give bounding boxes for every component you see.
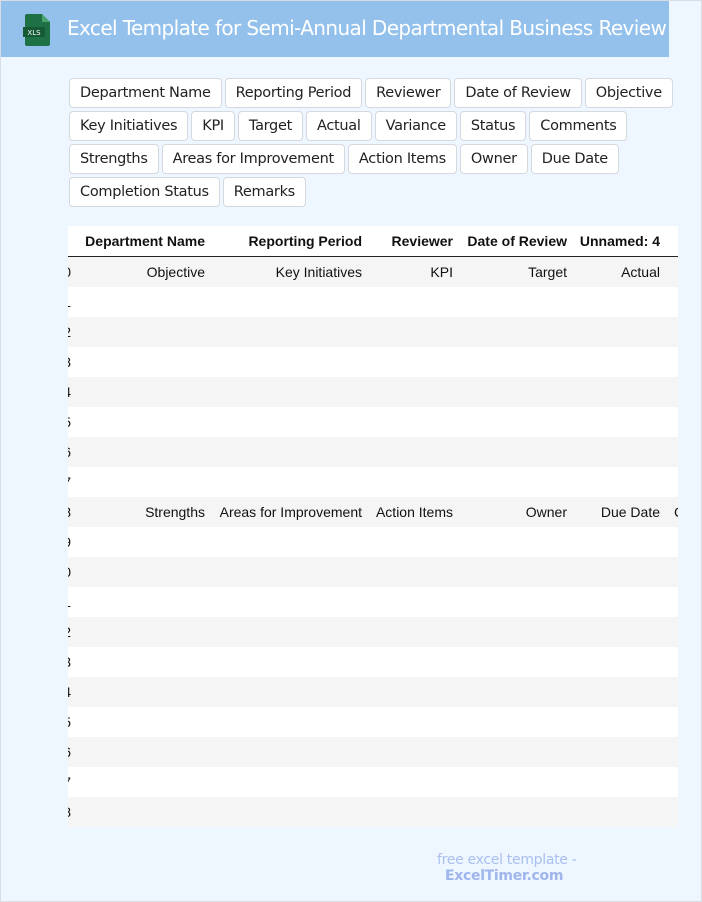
column-tag[interactable]: Date of Review — [454, 78, 582, 108]
column-tag[interactable]: Variance — [374, 111, 457, 141]
column-tag[interactable]: Owner — [459, 144, 528, 174]
column-tag[interactable]: Objective — [584, 78, 673, 108]
table-row: 9 — [68, 527, 678, 557]
column-tag[interactable]: Reporting Period — [224, 78, 363, 108]
table-cell: 15 — [68, 707, 71, 737]
table-cell: 11 — [68, 587, 71, 617]
table-row: 16 — [68, 737, 678, 767]
table-cell: 1 — [68, 287, 71, 317]
column-tag[interactable]: Due Date — [530, 144, 619, 174]
table-cell: 7 — [68, 467, 71, 497]
column-tag[interactable]: Reviewer — [365, 78, 452, 108]
table-row: 1 — [68, 287, 678, 317]
table-cell: 16 — [68, 737, 71, 767]
table-row: 12 — [68, 617, 678, 647]
table-row: 14 — [68, 677, 678, 707]
table-cell: 0 — [68, 257, 71, 287]
table-cell: Due Date — [600, 504, 660, 520]
table-cell: 13 — [68, 647, 71, 677]
column-tag[interactable]: Key Initiatives — [69, 111, 189, 141]
table-row: 15 — [68, 707, 678, 737]
column-tag[interactable]: Actual — [305, 111, 372, 141]
footer: free excel template -ExcelTimer.com — [437, 852, 702, 884]
table-row: 17 — [68, 767, 678, 797]
table-cell: Unnamed: 4 — [579, 233, 660, 249]
table-cell: Target — [528, 264, 567, 280]
header-bar: XLS Excel Template for Semi-Annual Depar… — [1, 1, 669, 57]
table-cell: Department Name — [85, 233, 205, 249]
table-cell: 3 — [68, 347, 71, 377]
table-cell: 6 — [68, 437, 71, 467]
column-tag[interactable]: Status — [459, 111, 527, 141]
table-cell: Strengths — [145, 504, 205, 520]
page-title: Excel Template for Semi-Annual Departmen… — [67, 16, 667, 40]
table-cell: 14 — [68, 677, 71, 707]
xls-file-icon: XLS — [23, 14, 50, 46]
table-cell: 12 — [68, 617, 71, 647]
table-row: 4 — [68, 377, 678, 407]
table-cell: 5 — [68, 407, 71, 437]
table-row: 6 — [68, 437, 678, 467]
table-row: 7 — [68, 467, 678, 497]
table-cell: KPI — [430, 264, 453, 280]
column-tag-list: Department Name Reporting Period Reviewer D… — [69, 78, 702, 207]
table-header-row: Department Name Reporting Period Reviewer D… — [68, 226, 678, 257]
footer-brand-link[interactable]: ExcelTimer.com — [445, 868, 563, 884]
column-tag[interactable]: KPI — [191, 111, 235, 141]
column-tag[interactable]: Action Items — [347, 144, 457, 174]
column-tag[interactable]: Strengths — [69, 144, 159, 174]
svg-text:XLS: XLS — [27, 29, 41, 37]
table-cell: Actual — [621, 264, 660, 280]
data-table: Department Name Reporting Period Reviewer D… — [68, 226, 678, 827]
table-row: 0 Objective Key Initiatives KPI Target Actual — [68, 257, 678, 287]
table-cell: 2 — [68, 317, 71, 347]
column-tag[interactable]: Department Name — [69, 78, 222, 108]
table-cell: Objective — [146, 264, 205, 280]
table-row: 2 — [68, 317, 678, 347]
table-row: 10 — [68, 557, 678, 587]
table-cell: Key Initiatives — [275, 264, 362, 280]
table-cell: Date of Review — [467, 233, 567, 249]
table-row: 18 — [68, 797, 678, 827]
table-cell: C — [674, 497, 678, 527]
table-cell: 17 — [68, 767, 71, 797]
table-row: 13 — [68, 647, 678, 677]
table-cell: Owner — [525, 504, 567, 520]
table-cell: Reporting Period — [248, 233, 362, 249]
footer-text: free excel template - — [437, 852, 577, 868]
table-cell: 8 — [68, 497, 71, 527]
table-row: 3 — [68, 347, 678, 377]
table-row: 8 Strengths Areas for Improvement Action It… — [68, 497, 678, 527]
table-cell: 18 — [68, 797, 71, 827]
table-cell: 9 — [68, 527, 71, 557]
table-row: 11 — [68, 587, 678, 617]
table-cell: Action Items — [375, 504, 453, 520]
table-cell: Areas for Improvement — [219, 504, 362, 520]
column-tag[interactable]: Target — [237, 111, 303, 141]
table-row: 5 — [68, 407, 678, 437]
column-tag[interactable]: Completion Status — [69, 177, 220, 207]
column-tag[interactable]: Areas for Improvement — [161, 144, 345, 174]
table-cell: 4 — [68, 377, 71, 407]
table-cell: Reviewer — [391, 233, 453, 249]
table-cell: 10 — [68, 557, 71, 587]
column-tag[interactable]: Remarks — [222, 177, 306, 207]
column-tag[interactable]: Comments — [529, 111, 628, 141]
